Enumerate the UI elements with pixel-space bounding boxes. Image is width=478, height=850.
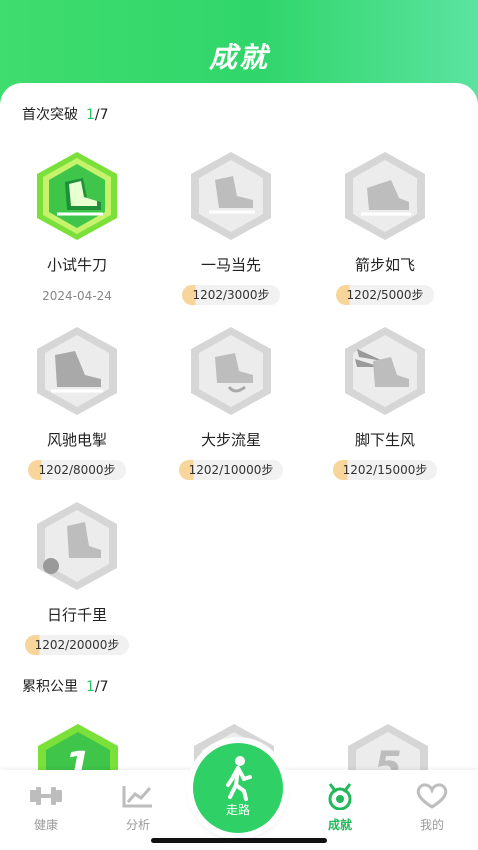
walk-label: 走路 (225, 803, 250, 817)
tab-health[interactable]: 健康 (11, 782, 81, 833)
badge-name: 日行千里 (46, 606, 107, 624)
badge-jianburufei[interactable]: 箭步如飞 1202/5000步 (310, 150, 460, 305)
tab-label: 健康 (33, 818, 58, 832)
badge-name: 脚下生风 (354, 431, 415, 449)
badge-name: 大步流星 (200, 431, 261, 449)
badge-locked-shoe-icon (37, 327, 117, 415)
heart-icon (416, 783, 448, 809)
badge-rixingqianli[interactable]: 日行千里 1202/20000步 (2, 500, 152, 655)
section-title-text: 首次突破 (22, 107, 78, 123)
badge-locked-shoe-icon (191, 327, 271, 415)
tab-achievements[interactable]: 成就 (305, 782, 375, 833)
badge-dabuliuxing[interactable]: 大步流星 1202/10000步 (156, 325, 306, 480)
chart-icon (122, 786, 152, 808)
section-title-text: 累积公里 (22, 679, 78, 695)
tab-label: 成就 (327, 818, 352, 832)
badge-locked-shoe-icon (345, 152, 425, 240)
badge-locked-winged-shoe-icon (345, 327, 425, 415)
badge-name: 箭步如飞 (354, 256, 415, 274)
badge-progress: 1202/8000步 (28, 460, 126, 480)
tab-analysis[interactable]: 分析 (103, 782, 173, 833)
walk-button[interactable]: 走路 (193, 743, 283, 833)
badge-progress: 1202/20000步 (24, 635, 130, 655)
medal-icon (328, 783, 352, 811)
tab-mine[interactable]: 我的 (397, 782, 467, 833)
badge-xiaoshiniudao[interactable]: 小试牛刀 2024-04-24 (2, 150, 152, 303)
badge-name: 风驰电掣 (46, 431, 107, 449)
section-count-current: 1 (86, 679, 95, 695)
badge-locked-shoe-icon (191, 152, 271, 240)
badge-progress: 1202/15000步 (332, 460, 438, 480)
tab-label: 我的 (419, 818, 444, 832)
badge-yimadangxian[interactable]: 一马当先 1202/3000步 (156, 150, 306, 305)
badge-name: 小试牛刀 (46, 256, 107, 274)
home-indicator (151, 838, 327, 843)
walking-person-icon (226, 756, 252, 801)
badge-progress: 1202/3000步 (182, 285, 280, 305)
section-count-current: 1 (86, 107, 95, 123)
badge-unlocked-icon (37, 152, 117, 240)
badge-jiaoxiashengfeng[interactable]: 脚下生风 1202/15000步 (310, 325, 460, 480)
badge-locked-shoe-icon (37, 502, 117, 590)
badge-fengchidianche[interactable]: 风驰电掣 1202/8000步 (2, 325, 152, 480)
section-count-total: /7 (94, 107, 109, 123)
section-count-total: /7 (94, 679, 109, 695)
page-title: 成就 (208, 41, 269, 74)
section-cumulative-km-title: 累积公里 1/7 (22, 676, 109, 696)
badge-progress: 1202/5000步 (336, 285, 434, 305)
tab-label: 分析 (125, 818, 150, 832)
badge-date: 2024-04-24 (42, 289, 112, 303)
badge-progress: 1202/10000步 (178, 460, 284, 480)
section-first-breakthrough-title: 首次突破 1/7 (22, 104, 109, 124)
dumbbell-icon (30, 787, 62, 805)
badge-name: 一马当先 (200, 256, 261, 274)
